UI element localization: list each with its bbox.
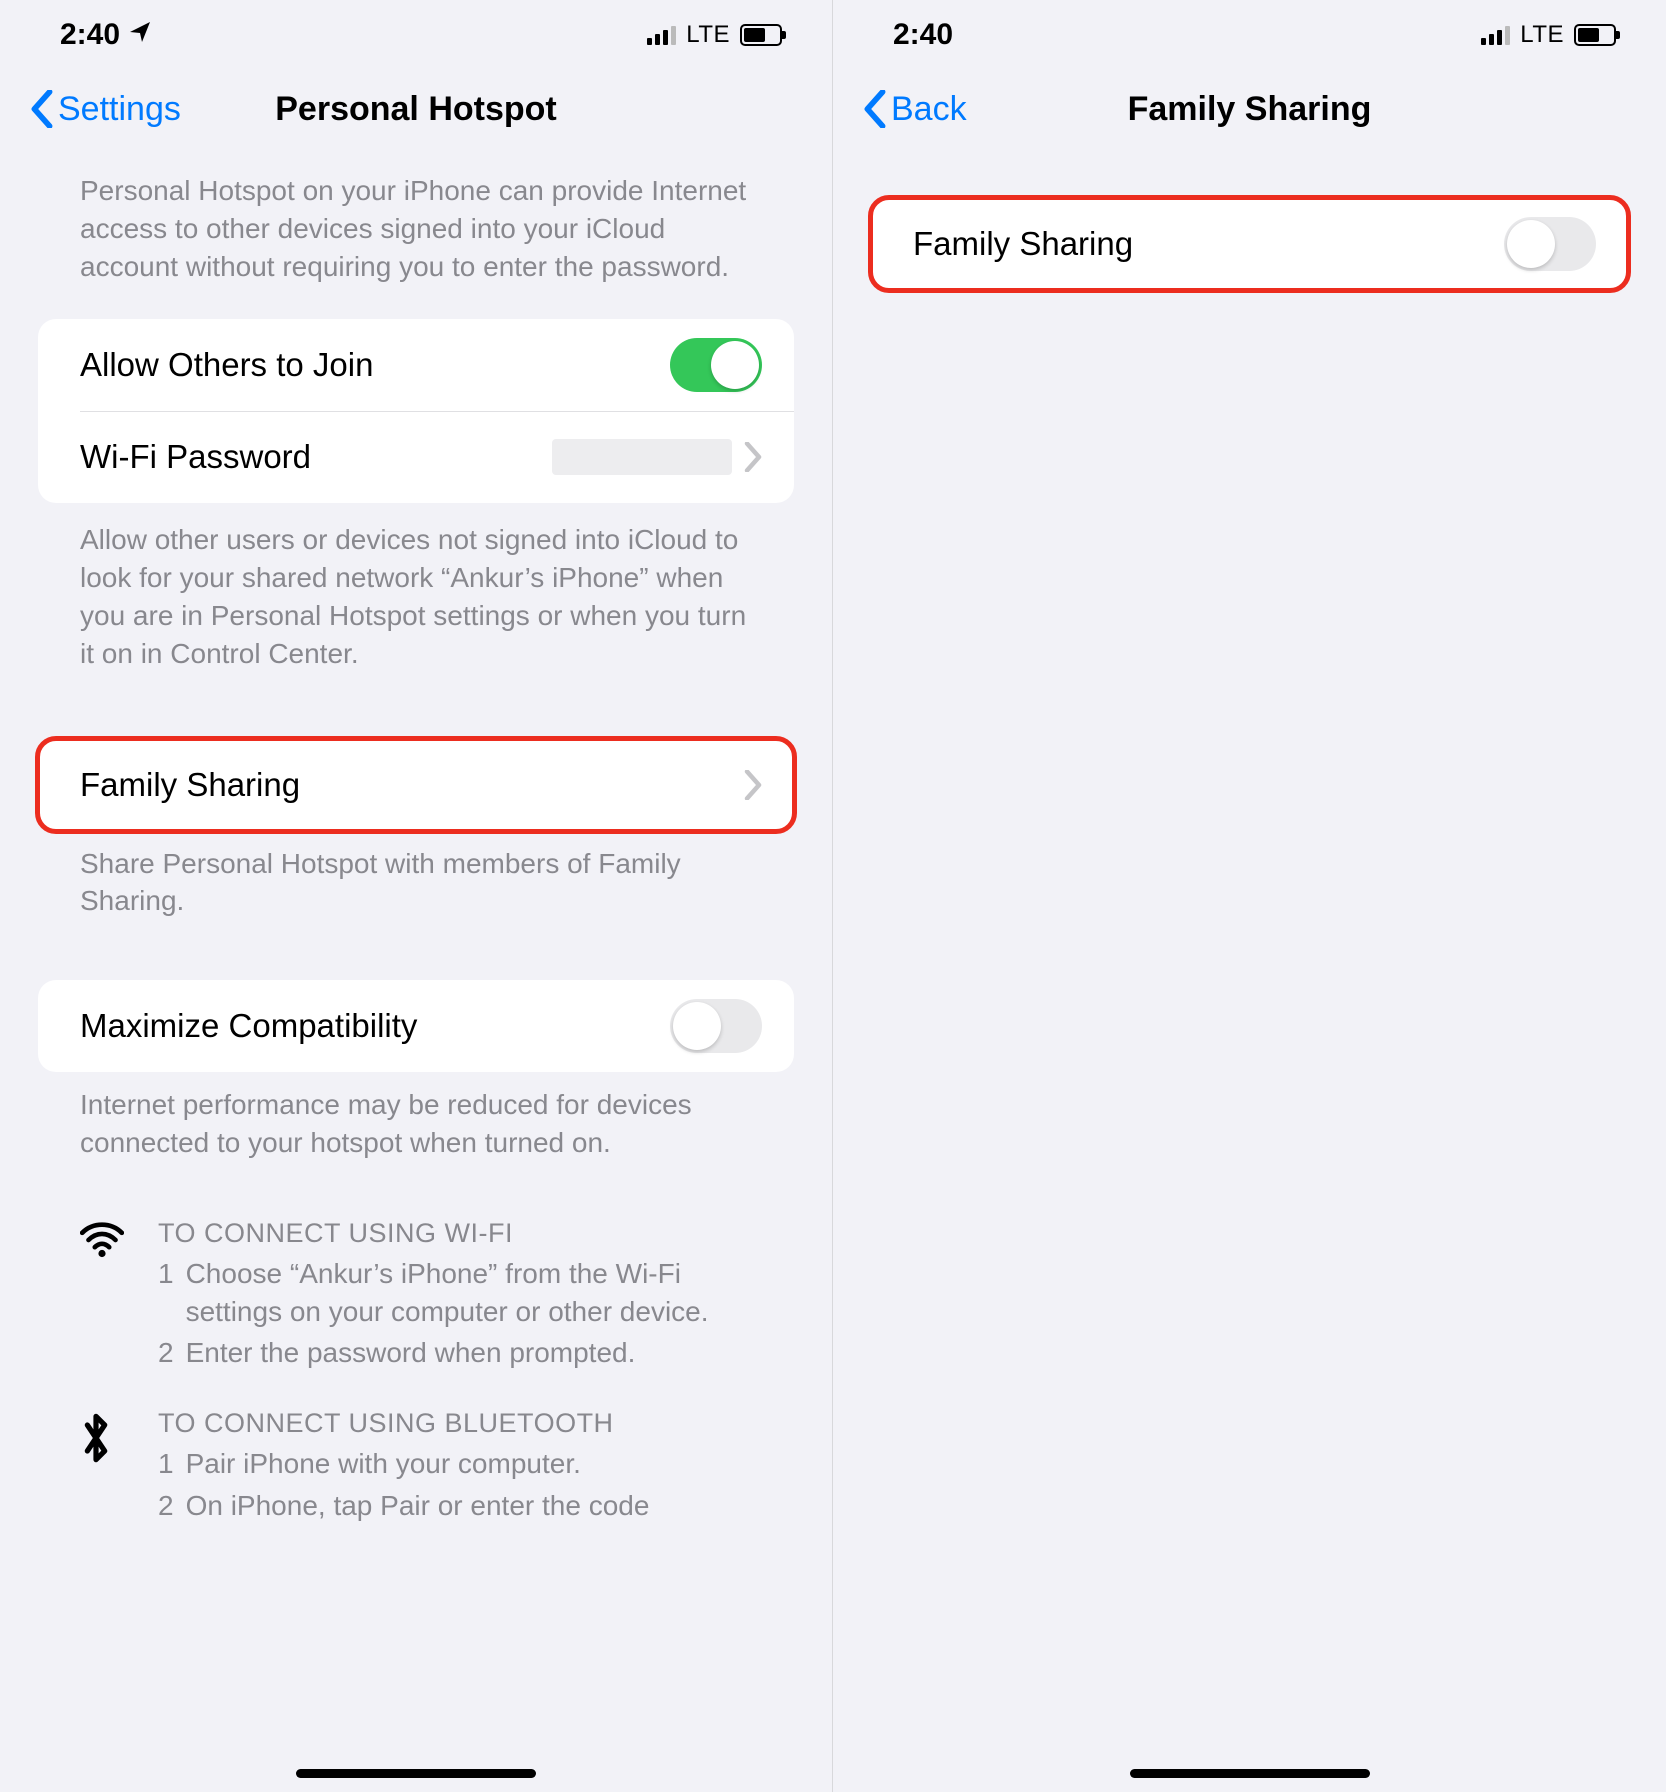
row-family-sharing-toggle[interactable]: Family Sharing [871, 198, 1628, 290]
status-time: 2:40 [893, 18, 953, 52]
home-indicator[interactable] [1130, 1769, 1370, 1778]
row-label: Wi-Fi Password [80, 438, 552, 476]
row-wifi-password[interactable]: Wi-Fi Password [38, 411, 794, 503]
allow-others-toggle[interactable] [670, 338, 762, 392]
back-label: Back [891, 90, 967, 129]
location-icon [128, 18, 152, 52]
chevron-left-icon [30, 90, 54, 128]
battery-icon [740, 24, 782, 46]
status-bar: 2:40 LTE [833, 0, 1666, 70]
group-allow-others: Allow Others to Join Wi-Fi Password [38, 319, 794, 503]
back-button[interactable]: Settings [30, 90, 181, 129]
battery-icon [1574, 24, 1616, 46]
connect-wifi-section: TO CONNECT USING WI-FI 1Choose “Ankur’s … [80, 1218, 752, 1376]
chevron-right-icon [744, 442, 762, 472]
cellular-signal-icon [1481, 25, 1510, 45]
nav-bar: Back Family Sharing [833, 70, 1666, 148]
connect-bluetooth-section: TO CONNECT USING BLUETOOTH 1Pair iPhone … [80, 1408, 752, 1529]
connect-wifi-title: TO CONNECT USING WI-FI [158, 1218, 752, 1249]
settings-content: Personal Hotspot on your iPhone can prov… [0, 148, 832, 1792]
row-label: Family Sharing [80, 766, 744, 804]
bluetooth-icon [80, 1408, 130, 1529]
home-indicator[interactable] [296, 1769, 536, 1778]
max-compat-footer: Internet performance may be reduced for … [0, 1072, 832, 1178]
connect-wifi-step: 2Enter the password when prompted. [158, 1334, 752, 1372]
family-sharing-toggle[interactable] [1504, 217, 1596, 271]
connect-wifi-step: 1Choose “Ankur’s iPhone” from the Wi-Fi … [158, 1255, 752, 1331]
connect-bt-step: 1Pair iPhone with your computer. [158, 1445, 752, 1483]
row-label: Maximize Compatibility [80, 1007, 670, 1045]
nav-bar: Settings Personal Hotspot [0, 70, 832, 148]
connect-bt-step: 2On iPhone, tap Pair or enter the code [158, 1487, 752, 1525]
wifi-password-value [552, 439, 732, 475]
row-max-compat[interactable]: Maximize Compatibility [38, 980, 794, 1072]
max-compat-toggle[interactable] [670, 999, 762, 1053]
phone-screen-personal-hotspot: 2:40 LTE Settings Personal Hotspot Perso… [0, 0, 833, 1792]
network-label: LTE [686, 21, 730, 49]
back-label: Settings [58, 90, 181, 129]
status-bar: 2:40 LTE [0, 0, 832, 70]
intro-text: Personal Hotspot on your iPhone can prov… [0, 148, 832, 301]
row-allow-others[interactable]: Allow Others to Join [38, 319, 794, 411]
wifi-icon [80, 1218, 130, 1376]
family-sharing-footer: Share Personal Hotspot with members of F… [0, 831, 832, 937]
back-button[interactable]: Back [863, 90, 967, 129]
chevron-left-icon [863, 90, 887, 128]
network-label: LTE [1520, 21, 1564, 49]
group-family-sharing-toggle: Family Sharing [871, 198, 1628, 290]
row-label: Allow Others to Join [80, 346, 670, 384]
connect-bt-title: TO CONNECT USING BLUETOOTH [158, 1408, 752, 1439]
row-label: Family Sharing [913, 225, 1504, 263]
cellular-signal-icon [647, 25, 676, 45]
row-family-sharing[interactable]: Family Sharing [38, 739, 794, 831]
status-time: 2:40 [60, 18, 120, 52]
allow-others-footer: Allow other users or devices not signed … [0, 503, 832, 688]
settings-content: Family Sharing [833, 148, 1666, 1792]
chevron-right-icon [744, 770, 762, 800]
group-max-compat: Maximize Compatibility [38, 980, 794, 1072]
phone-screen-family-sharing: 2:40 LTE Back Family Sharing Family Shar… [833, 0, 1666, 1792]
group-family-sharing: Family Sharing [38, 739, 794, 831]
